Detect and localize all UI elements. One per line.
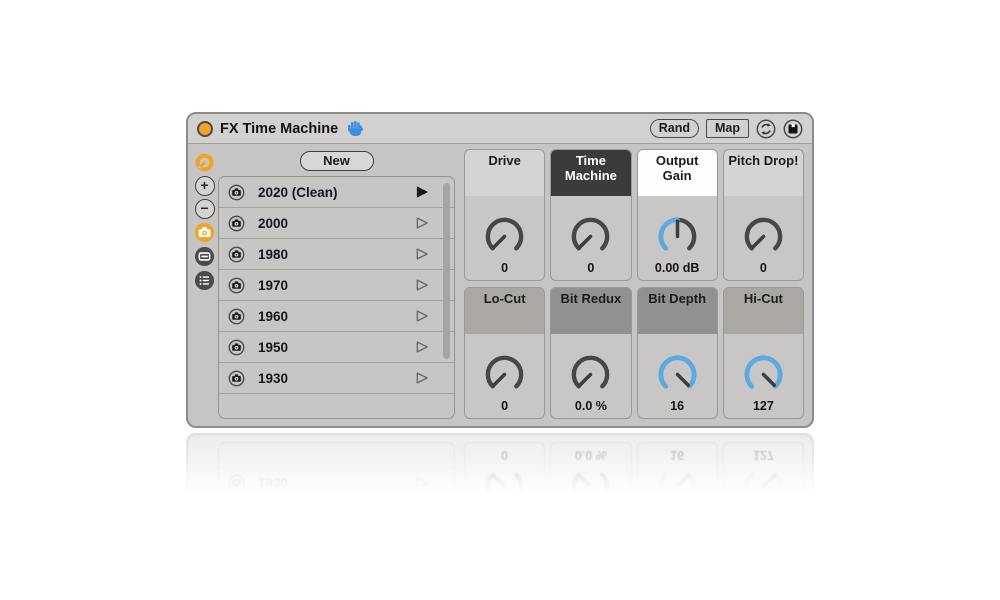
variation-name: 1950	[258, 339, 289, 355]
macro-controls-section: Drive 0 Time Machine 0 Output Gain 0.00 dB Pit…	[464, 149, 804, 419]
macro-knob-zone: 0	[551, 196, 630, 280]
macro-cell: Pitch Drop! 0	[722, 149, 804, 281]
macro-variations-section: New 2020 (Clean) 2000 1980 1970 1960 1950 1930	[218, 149, 455, 419]
add-macro-button[interactable]: +	[194, 176, 215, 196]
macro-knobs-toggle-icon[interactable]	[194, 152, 215, 173]
macro-value[interactable]: 0	[501, 261, 508, 275]
launch-variation-icon[interactable]	[415, 340, 430, 354]
macro-knob-zone: 127	[724, 334, 803, 418]
device-activator-toggle[interactable]	[197, 120, 213, 137]
list-scrollbar[interactable]	[443, 183, 450, 359]
variation-row[interactable]: 1950	[219, 332, 454, 363]
camera-icon	[228, 339, 245, 356]
macro-knob[interactable]	[654, 213, 701, 260]
macro-cell: Bit Depth 16	[636, 287, 718, 419]
device-body: + − New 2020 (Clean) 2000 1980 1970 1960…	[188, 144, 812, 426]
variation-row[interactable]: 1930	[219, 363, 454, 394]
macro-title[interactable]: Output Gain	[637, 150, 717, 196]
macro-title[interactable]: Time Machine	[551, 150, 631, 196]
device-title-bar: FX Time Machine Rand Map	[188, 114, 812, 144]
macro-knob[interactable]	[481, 213, 528, 260]
launch-variation-icon[interactable]	[415, 216, 430, 230]
camera-icon	[228, 246, 245, 263]
variation-row[interactable]: 1960	[219, 301, 454, 332]
launch-variation-icon[interactable]	[415, 371, 430, 385]
store-variation-camera-icon[interactable]	[194, 222, 215, 243]
macro-title[interactable]: Bit Redux	[551, 288, 631, 334]
macro-knob-zone: 16	[638, 334, 717, 418]
macro-title[interactable]: Pitch Drop!	[723, 150, 803, 196]
macro-value[interactable]: 0	[587, 261, 594, 275]
camera-icon	[228, 277, 245, 294]
macro-knob[interactable]	[567, 213, 614, 260]
macro-cell: Hi-Cut 127	[722, 287, 804, 419]
macro-row: Lo-Cut 0 Bit Redux 0.0 % Bit Depth 16 Hi-Cut 12…	[464, 287, 804, 419]
macro-knob[interactable]	[740, 351, 787, 398]
macro-knob[interactable]	[481, 351, 528, 398]
launch-variation-icon[interactable]	[415, 185, 430, 199]
variation-row[interactable]: 2000	[219, 208, 454, 239]
variation-row[interactable]: 2020 (Clean)	[219, 177, 454, 208]
camera-icon	[228, 184, 245, 201]
macro-knob-zone: 0	[465, 334, 544, 418]
variation-name: 1970	[258, 277, 289, 293]
variation-row[interactable]: 1980	[219, 239, 454, 270]
macro-cell: Output Gain 0.00 dB	[636, 149, 718, 281]
fx-time-machine-device: FX Time Machine Rand Map + − New 2020 (C…	[186, 112, 814, 428]
new-variation-wrap: New	[218, 149, 455, 176]
new-variation-button[interactable]: New	[299, 151, 374, 171]
hand-icon	[347, 119, 364, 138]
camera-icon	[228, 308, 245, 325]
macro-title[interactable]: Lo-Cut	[465, 288, 545, 334]
variation-name: 2000	[258, 215, 289, 231]
device-title: FX Time Machine	[220, 120, 339, 137]
macro-knob[interactable]	[740, 213, 787, 260]
macro-cell: Time Machine 0	[550, 149, 632, 281]
variation-name: 2020 (Clean)	[258, 184, 338, 200]
variation-name: 1980	[258, 246, 289, 262]
macro-knob-zone: 0.00 dB	[638, 196, 717, 280]
macro-title[interactable]: Bit Depth	[637, 288, 717, 334]
variations-list: 2020 (Clean) 2000 1980 1970 1960 1950 1930	[218, 176, 455, 419]
macro-cell: Drive 0	[464, 149, 546, 281]
empty-list-row	[219, 394, 454, 409]
rand-button[interactable]: Rand	[649, 119, 699, 138]
macro-value[interactable]: 0	[501, 399, 508, 413]
macro-knob[interactable]	[567, 351, 614, 398]
macro-knob-zone: 0	[724, 196, 803, 280]
save-preset-icon[interactable]	[783, 119, 803, 139]
macro-knob[interactable]	[654, 351, 701, 398]
macro-cell: Lo-Cut 0	[464, 287, 546, 419]
macro-cell: Bit Redux 0.0 %	[550, 287, 632, 419]
variation-name: 1960	[258, 308, 289, 324]
macro-knob-zone: 0	[465, 196, 544, 280]
macro-value[interactable]: 0.00 dB	[655, 261, 699, 275]
desktop-background: FX Time Machine Rand Map + − New 2020 (C…	[0, 0, 1000, 600]
devices-toggle-icon[interactable]	[194, 246, 215, 267]
variation-row[interactable]: 1970	[219, 270, 454, 301]
camera-icon	[228, 370, 245, 387]
map-button[interactable]: Map	[706, 119, 749, 138]
macro-title[interactable]: Drive	[465, 150, 545, 196]
launch-variation-icon[interactable]	[415, 247, 430, 261]
camera-icon	[228, 215, 245, 232]
variation-name: 1930	[258, 370, 289, 386]
macro-value[interactable]: 0	[760, 261, 767, 275]
macro-value[interactable]: 0.0 %	[575, 399, 607, 413]
hot-swap-icon[interactable]	[756, 119, 776, 139]
macro-value[interactable]: 16	[670, 399, 684, 413]
device-reflection: FX Time Machine Rand Map	[186, 433, 814, 509]
remove-macro-button[interactable]: −	[194, 199, 215, 219]
macro-value[interactable]: 127	[753, 399, 774, 413]
chain-list-toggle-icon[interactable]	[194, 270, 215, 291]
macro-knob-zone: 0.0 %	[551, 334, 630, 418]
launch-variation-icon[interactable]	[415, 278, 430, 292]
macro-row: Drive 0 Time Machine 0 Output Gain 0.00 dB Pit…	[464, 149, 804, 281]
launch-variation-icon[interactable]	[415, 309, 430, 323]
rack-sidebar: + −	[191, 149, 218, 419]
macro-title[interactable]: Hi-Cut	[723, 288, 803, 334]
